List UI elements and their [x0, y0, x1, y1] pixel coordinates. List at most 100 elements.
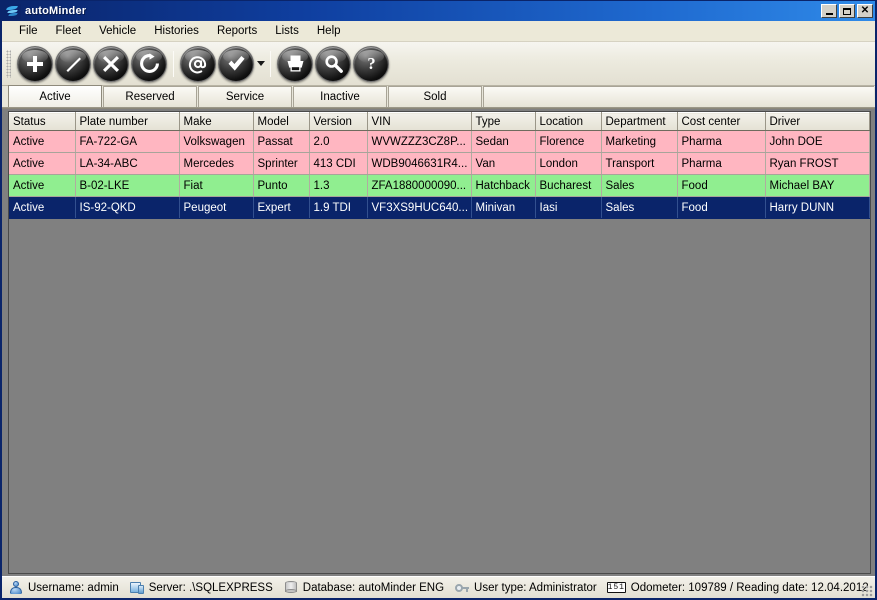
cell-driver[interactable]: Ryan FROST: [765, 153, 870, 175]
help-button[interactable]: ?: [353, 46, 389, 82]
cell-version[interactable]: 1.9 TDI: [309, 197, 367, 219]
close-button[interactable]: ✕: [857, 4, 873, 18]
cell-department[interactable]: Marketing: [601, 131, 677, 153]
edit-button[interactable]: [55, 46, 91, 82]
cell-make[interactable]: Mercedes: [179, 153, 253, 175]
cell-type[interactable]: Sedan: [471, 131, 535, 153]
status-odometer: 151 Odometer: 109789 / Reading date: 12.…: [605, 579, 877, 597]
window-title: autoMinder: [25, 5, 821, 17]
cell-status[interactable]: Active: [9, 131, 75, 153]
search-button[interactable]: [315, 46, 351, 82]
cell-status[interactable]: Active: [9, 153, 75, 175]
cell-location[interactable]: Bucharest: [535, 175, 601, 197]
cell-plate-number[interactable]: B-02-LKE: [75, 175, 179, 197]
menu-item-lists[interactable]: Lists: [266, 22, 308, 40]
cell-make[interactable]: Peugeot: [179, 197, 253, 219]
column-header-cost-center[interactable]: Cost center: [677, 113, 765, 131]
delete-button[interactable]: [93, 46, 129, 82]
table-row[interactable]: ActiveFA-722-GAVolkswagenPassat2.0WVWZZZ…: [9, 131, 870, 153]
cell-driver[interactable]: Harry DUNN: [765, 197, 870, 219]
minimize-button[interactable]: [821, 4, 837, 18]
tab-reserved[interactable]: Reserved: [103, 86, 197, 107]
status-server-text: Server: .\SQLEXPRESS: [149, 582, 273, 594]
cell-model[interactable]: Passat: [253, 131, 309, 153]
menu-item-reports[interactable]: Reports: [208, 22, 266, 40]
tab-sold[interactable]: Sold: [388, 86, 482, 107]
toolbar-separator-2: [270, 51, 271, 77]
grid-body: ActiveFA-722-GAVolkswagenPassat2.0WVWZZZ…: [9, 131, 870, 219]
refresh-button[interactable]: [131, 46, 167, 82]
cell-vin[interactable]: WVWZZZ3CZ8P...: [367, 131, 471, 153]
at-sign-icon: [187, 53, 209, 75]
cell-department[interactable]: Sales: [601, 175, 677, 197]
cell-location[interactable]: Florence: [535, 131, 601, 153]
resize-grip[interactable]: [861, 585, 873, 597]
column-header-location[interactable]: Location: [535, 113, 601, 131]
print-button[interactable]: [277, 46, 313, 82]
cell-type[interactable]: Hatchback: [471, 175, 535, 197]
cell-department[interactable]: Sales: [601, 197, 677, 219]
tab-strip: Active Reserved Service Inactive Sold: [2, 86, 875, 108]
cell-make[interactable]: Fiat: [179, 175, 253, 197]
column-header-driver[interactable]: Driver: [765, 113, 870, 131]
cell-version[interactable]: 1.3: [309, 175, 367, 197]
add-button[interactable]: [17, 46, 53, 82]
column-header-plate-number[interactable]: Plate number: [75, 113, 179, 131]
cell-vin[interactable]: VF3XS9HUC640...: [367, 197, 471, 219]
column-header-version[interactable]: Version: [309, 113, 367, 131]
cell-type[interactable]: Minivan: [471, 197, 535, 219]
chevron-down-icon[interactable]: [257, 61, 265, 66]
toolbar-gripper[interactable]: [6, 50, 11, 78]
tab-service[interactable]: Service: [198, 86, 292, 107]
cell-status[interactable]: Active: [9, 197, 75, 219]
cell-driver[interactable]: John DOE: [765, 131, 870, 153]
validate-button[interactable]: [218, 46, 254, 82]
cell-model[interactable]: Sprinter: [253, 153, 309, 175]
toolbar-separator-1: [173, 51, 174, 77]
email-button[interactable]: [180, 46, 216, 82]
menu-item-fleet[interactable]: Fleet: [47, 22, 91, 40]
cell-version[interactable]: 2.0: [309, 131, 367, 153]
status-username: Username: admin: [6, 579, 127, 597]
cell-cost-center[interactable]: Food: [677, 197, 765, 219]
maximize-button[interactable]: [839, 4, 855, 18]
status-database-text: Database: autoMinder ENG: [303, 582, 444, 594]
svg-text:?: ?: [367, 54, 375, 73]
cell-model[interactable]: Punto: [253, 175, 309, 197]
menu-item-file[interactable]: File: [10, 22, 47, 40]
menu-item-histories[interactable]: Histories: [145, 22, 208, 40]
column-header-make[interactable]: Make: [179, 113, 253, 131]
column-header-vin[interactable]: VIN: [367, 113, 471, 131]
cell-cost-center[interactable]: Pharma: [677, 153, 765, 175]
cell-department[interactable]: Transport: [601, 153, 677, 175]
cell-location[interactable]: London: [535, 153, 601, 175]
menu-item-help[interactable]: Help: [308, 22, 350, 40]
menu-item-vehicle[interactable]: Vehicle: [90, 22, 145, 40]
cell-plate-number[interactable]: FA-722-GA: [75, 131, 179, 153]
column-header-department[interactable]: Department: [601, 113, 677, 131]
cell-location[interactable]: Iasi: [535, 197, 601, 219]
cell-driver[interactable]: Michael BAY: [765, 175, 870, 197]
column-header-type[interactable]: Type: [471, 113, 535, 131]
status-database: Database: autoMinder ENG: [281, 579, 452, 597]
cell-vin[interactable]: ZFA1880000090...: [367, 175, 471, 197]
cell-cost-center[interactable]: Pharma: [677, 131, 765, 153]
cell-model[interactable]: Expert: [253, 197, 309, 219]
cell-vin[interactable]: WDB9046631R4...: [367, 153, 471, 175]
table-row[interactable]: ActiveB-02-LKEFiatPunto1.3ZFA1880000090.…: [9, 175, 870, 197]
cell-cost-center[interactable]: Food: [677, 175, 765, 197]
tab-inactive[interactable]: Inactive: [293, 86, 387, 107]
column-header-model[interactable]: Model: [253, 113, 309, 131]
tab-active[interactable]: Active: [8, 85, 102, 107]
column-header-status[interactable]: Status: [9, 113, 75, 131]
pencil-icon: [63, 54, 83, 74]
cell-status[interactable]: Active: [9, 175, 75, 197]
cell-version[interactable]: 413 CDI: [309, 153, 367, 175]
validate-button-group: [217, 46, 265, 82]
cell-plate-number[interactable]: IS-92-QKD: [75, 197, 179, 219]
table-row[interactable]: ActiveIS-92-QKDPeugeotExpert1.9 TDIVF3XS…: [9, 197, 870, 219]
cell-make[interactable]: Volkswagen: [179, 131, 253, 153]
cell-plate-number[interactable]: LA-34-ABC: [75, 153, 179, 175]
cell-type[interactable]: Van: [471, 153, 535, 175]
table-row[interactable]: ActiveLA-34-ABCMercedesSprinter413 CDIWD…: [9, 153, 870, 175]
